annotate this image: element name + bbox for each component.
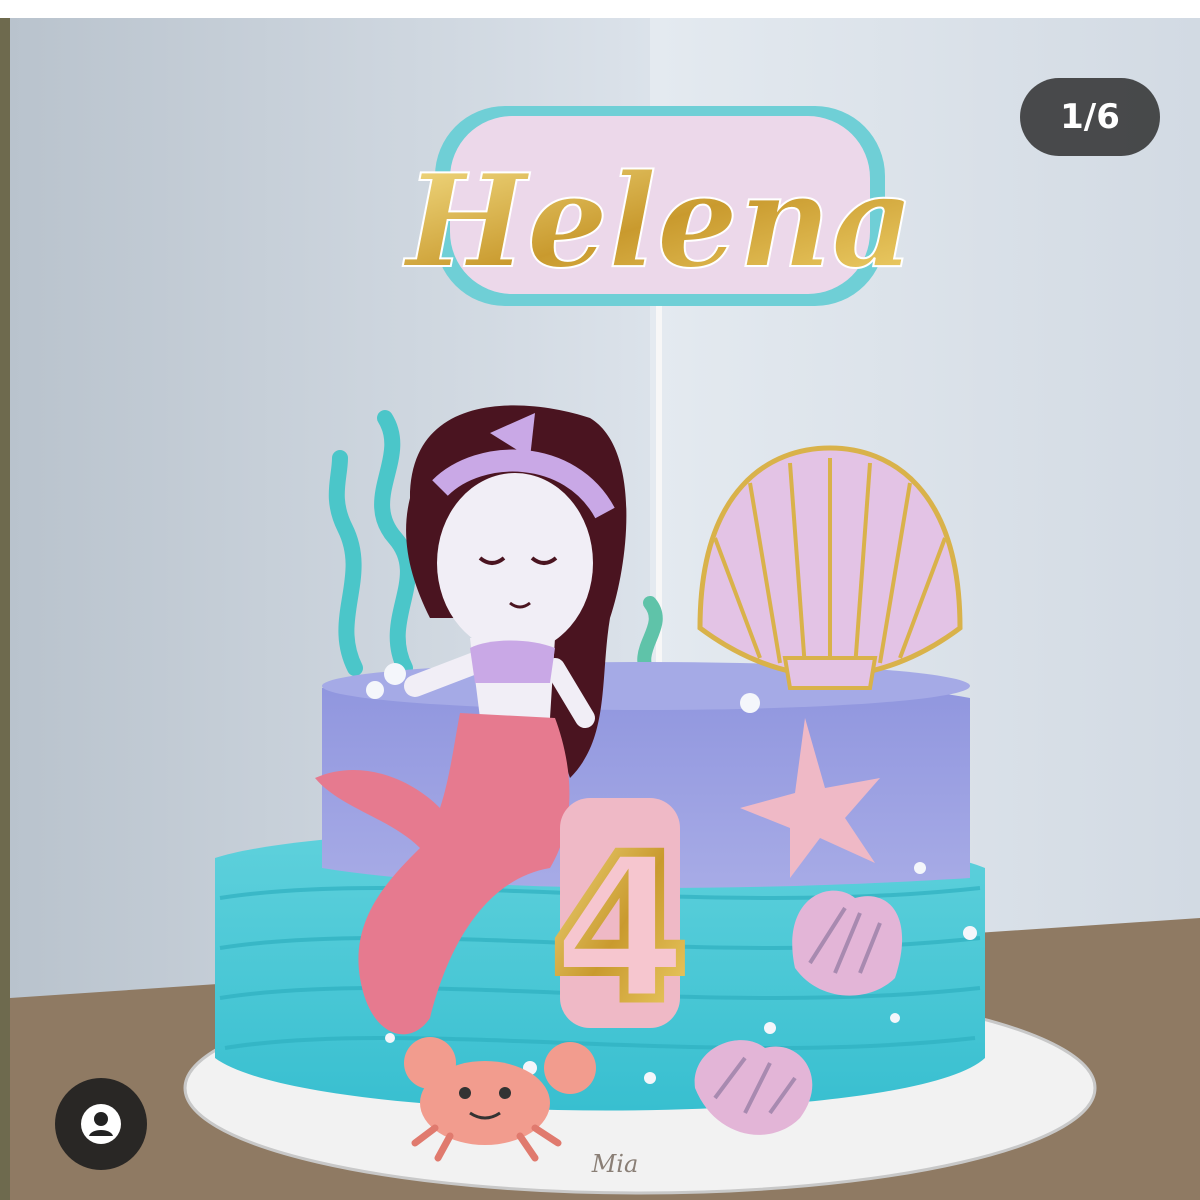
shell-decoration-right <box>792 890 903 996</box>
image-counter: 1/6 <box>1020 78 1160 156</box>
image-viewer: Helena 4 1/6 Mia <box>0 0 1200 1200</box>
mermaid-face <box>437 473 593 653</box>
tagged-users-button[interactable] <box>55 1078 147 1170</box>
baker-watermark: Mia <box>591 1150 639 1178</box>
name-topper-text: Helena <box>403 147 914 297</box>
user-tag-icon <box>81 1104 121 1144</box>
previous-image-edge[interactable] <box>0 18 10 1200</box>
viewer-top-strip <box>0 0 1200 18</box>
cake-photo: Helena 4 <box>10 18 1200 1200</box>
age-topper-text: 4 <box>550 813 689 1046</box>
